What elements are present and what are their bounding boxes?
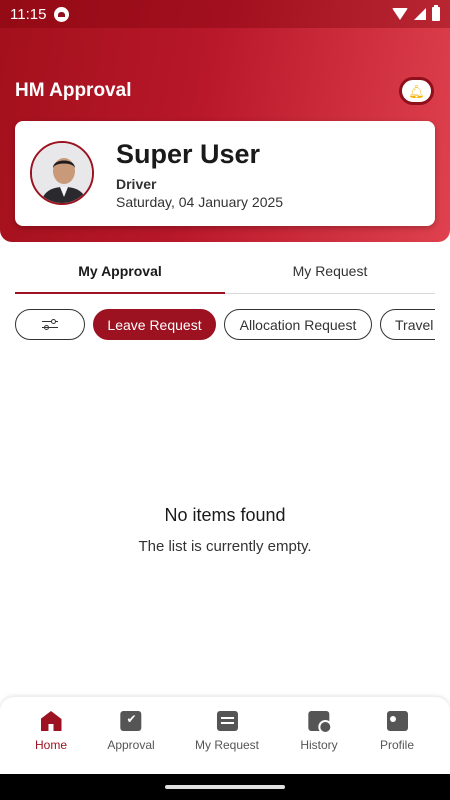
empty-state-title: No items found	[164, 505, 286, 525]
nav-item-my-request[interactable]: My Request	[195, 711, 259, 752]
chip-leave-request[interactable]: Leave Request	[93, 309, 216, 340]
page-title: HM Approval	[15, 80, 132, 101]
nav-label-my-request: My Request	[194, 738, 260, 752]
tab-my-approval[interactable]: My Approval	[15, 248, 225, 294]
nav-label-history: History	[300, 738, 338, 752]
notification-app-icon	[54, 6, 70, 22]
nav-label-profile: Profile	[379, 738, 415, 752]
bottom-navigation: Home Approval My Request History Profile	[0, 697, 450, 774]
nav-label-approval: Approval	[107, 738, 155, 752]
status-time: 11:15	[10, 5, 47, 23]
filter-button[interactable]	[15, 309, 85, 340]
avatar	[30, 141, 94, 205]
user-name: Super User	[116, 139, 261, 169]
user-role: Driver	[116, 176, 157, 192]
nav-label-home: Home	[34, 738, 68, 752]
current-date: Saturday, 04 January 2025	[116, 194, 284, 210]
cellular-signal-icon	[414, 8, 426, 20]
notification-button[interactable]: 🔔︎	[399, 77, 434, 105]
profile-icon	[386, 711, 408, 731]
approval-icon	[120, 711, 142, 731]
profile-card: Super User Driver Saturday, 04 January 2…	[15, 121, 435, 226]
my-request-icon	[216, 711, 238, 731]
empty-state-subtitle: The list is currently empty.	[138, 538, 312, 555]
home-icon	[40, 711, 62, 731]
history-icon	[308, 711, 333, 734]
chip-allocation-request[interactable]: Allocation Request	[224, 309, 372, 340]
tab-my-request[interactable]: My Request	[225, 248, 435, 293]
status-bar: 11:15	[0, 0, 450, 28]
nav-item-approval[interactable]: Approval	[107, 711, 155, 752]
home-gesture-handle[interactable]	[165, 785, 285, 789]
system-navigation-bar	[0, 774, 450, 800]
wifi-icon	[392, 8, 408, 20]
status-icons	[392, 5, 440, 21]
filter-chips: Leave Request Allocation Request Travel	[15, 309, 435, 341]
nav-item-home[interactable]: Home	[35, 711, 67, 752]
tab-bar: My Approval My Request	[15, 248, 435, 294]
battery-icon	[432, 5, 440, 21]
nav-item-history[interactable]: History	[300, 711, 338, 752]
bell-icon: 🔔︎	[408, 83, 425, 99]
chip-travel[interactable]: Travel	[380, 309, 435, 340]
nav-item-profile[interactable]: Profile	[380, 711, 414, 752]
sliders-icon	[42, 318, 58, 331]
